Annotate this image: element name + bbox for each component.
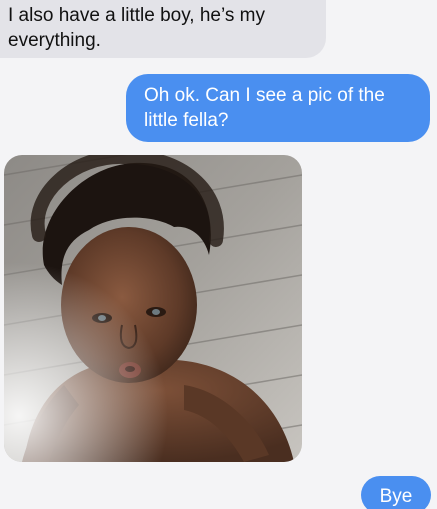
photo-attachment[interactable] (4, 155, 302, 462)
message-thread: I also have a little boy, he’s my everyt… (0, 0, 437, 509)
toddler-photo-image (4, 155, 302, 462)
incoming-message-bubble[interactable]: I also have a little boy, he’s my everyt… (0, 0, 326, 58)
outgoing-message-bubble[interactable]: Oh ok. Can I see a pic of the little fel… (126, 74, 430, 142)
outgoing-message-bubble[interactable]: Bye (361, 476, 431, 509)
